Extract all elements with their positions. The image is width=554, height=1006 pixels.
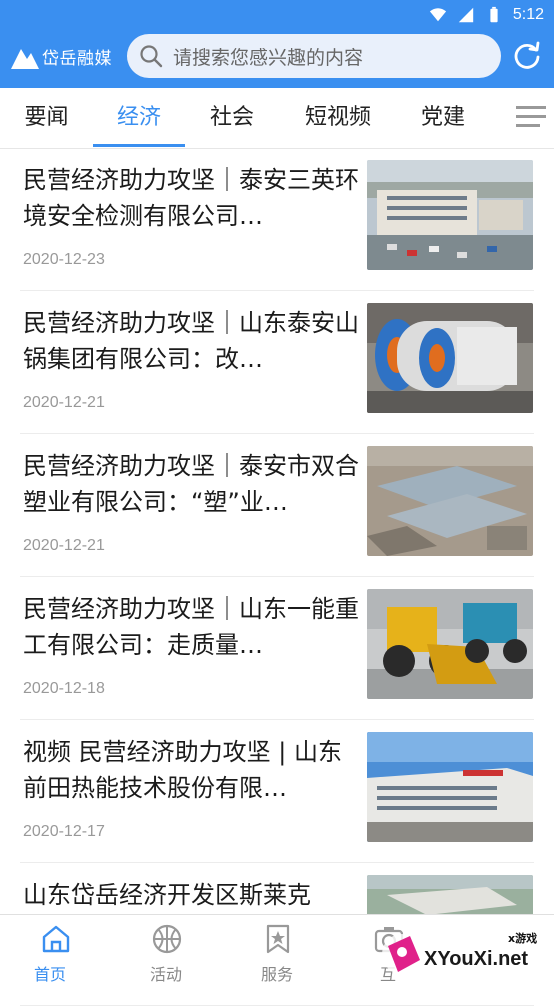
site-watermark: x游戏 XYouXi.net <box>380 926 550 982</box>
tab-jingji[interactable]: 经济 <box>93 88 185 148</box>
menu-icon[interactable] <box>516 104 546 130</box>
bookmark-star-icon <box>266 924 290 954</box>
refresh-icon[interactable] <box>512 40 542 70</box>
nav-home[interactable]: 首页 <box>0 915 110 987</box>
news-date: 2020-12-21 <box>23 394 105 411</box>
news-item[interactable]: 民营经济助力攻坚｜泰安市双合塑业有限公司：“塑”业… 2020-12-21 <box>20 434 534 577</box>
news-title: 山东岱岳经济开发区斯莱克 <box>23 881 311 909</box>
search-input[interactable]: 请搜索您感兴趣的内容 <box>127 34 501 78</box>
news-title: 民营经济助力攻坚｜泰安市双合塑业有限公司：“塑”业… <box>23 452 359 516</box>
category-tabs: 要闻 经济 社会 短视频 党建 <box>0 88 554 149</box>
app-logo[interactable]: 岱岳融媒 <box>10 39 112 73</box>
nav-home-label: 首页 <box>33 965 66 984</box>
news-thumbnail <box>367 303 533 413</box>
basketball-icon <box>152 924 182 954</box>
news-title: 民营经济助力攻坚｜山东一能重工有限公司：走质量… <box>23 595 359 659</box>
news-date: 2020-12-21 <box>23 537 105 554</box>
news-date: 2020-12-23 <box>23 251 105 268</box>
status-bar: 5:12 <box>429 4 544 26</box>
nav-activity-label: 活动 <box>149 965 182 984</box>
signal-icon <box>458 7 474 23</box>
watermark-small-text: x游戏 <box>508 932 538 945</box>
active-tab-indicator <box>93 144 185 147</box>
tab-dangjian[interactable]: 党建 <box>397 88 489 148</box>
news-date: 2020-12-18 <box>23 680 105 697</box>
wifi-icon <box>429 8 446 22</box>
nav-activity[interactable]: 活动 <box>111 915 221 987</box>
home-icon <box>42 925 70 953</box>
tab-shehui[interactable]: 社会 <box>185 88 279 148</box>
news-item[interactable]: 视频 民营经济助力攻坚 | 山东前田热能技术股份有限… 2020-12-17 <box>20 720 534 863</box>
news-list: 民营经济助力攻坚｜泰安三英环境安全检测有限公司… 2020-12-23 民营经济… <box>0 148 554 1006</box>
status-time: 5:12 <box>512 6 544 23</box>
watermark-text: XYouXi.net <box>424 948 529 970</box>
news-thumbnail <box>367 160 533 270</box>
app-header: 5:12 岱岳融媒 请搜索您感兴趣的内容 <box>0 0 554 88</box>
mountain-logo-icon <box>11 49 39 69</box>
news-item[interactable]: 民营经济助力攻坚｜泰安三英环境安全检测有限公司… 2020-12-23 <box>20 148 534 291</box>
search-placeholder: 请搜索您感兴趣的内容 <box>173 46 364 69</box>
search-icon <box>140 45 163 68</box>
news-date: 2020-12-17 <box>23 823 105 840</box>
news-thumbnail <box>367 446 533 556</box>
news-title: 民营经济助力攻坚｜泰安三英环境安全检测有限公司… <box>23 166 359 230</box>
tab-duanshipin[interactable]: 短视频 <box>279 88 397 148</box>
news-thumbnail <box>367 732 533 842</box>
nav-service-label: 服务 <box>260 965 293 984</box>
news-thumbnail <box>367 589 533 699</box>
watermark-logo-icon <box>382 934 422 974</box>
tab-yaowen[interactable]: 要闻 <box>0 88 93 148</box>
news-item[interactable]: 民营经济助力攻坚｜山东一能重工有限公司：走质量… 2020-12-18 <box>20 577 534 720</box>
news-title: 民营经济助力攻坚｜山东泰安山锅集团有限公司：改… <box>23 309 359 373</box>
news-title: 视频 民营经济助力攻坚 | 山东前田热能技术股份有限… <box>23 738 342 802</box>
news-item[interactable]: 民营经济助力攻坚｜山东泰安山锅集团有限公司：改… 2020-12-21 <box>20 291 534 434</box>
logo-text: 岱岳融媒 <box>42 48 112 69</box>
nav-service[interactable]: 服务 <box>222 915 332 987</box>
battery-icon <box>490 6 498 23</box>
